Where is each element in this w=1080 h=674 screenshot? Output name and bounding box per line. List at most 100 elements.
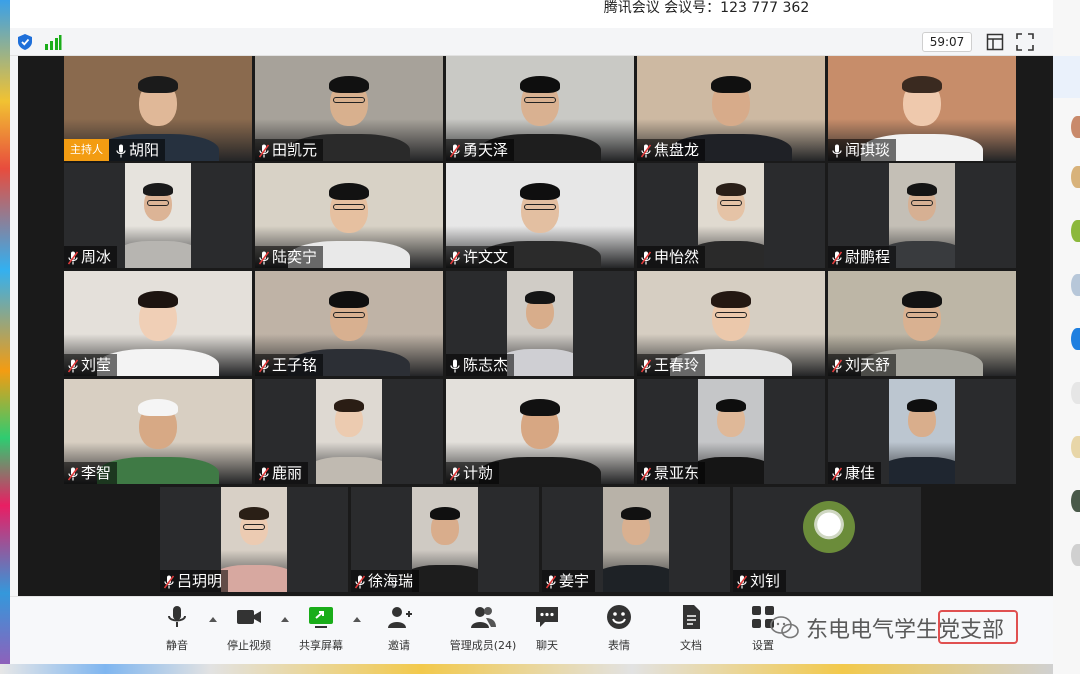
chat-label: 聊天	[536, 639, 558, 652]
chat-button[interactable]: 聊天	[512, 603, 582, 653]
participant-tile[interactable]: 陈志杰	[446, 271, 634, 376]
mic-muted-icon	[449, 466, 461, 481]
avatar[interactable]	[1071, 436, 1080, 458]
participant-name: 徐海瑞	[368, 572, 414, 590]
participant-tile[interactable]: 李智	[64, 379, 252, 484]
participant-name-tag: 陈志杰	[446, 354, 515, 376]
share-screen-button[interactable]: 共享屏幕	[286, 603, 356, 653]
participant-tile[interactable]: 王春玲	[637, 271, 825, 376]
participant-tile[interactable]: 勇天泽	[446, 56, 634, 161]
participant-name: 姜宇	[559, 572, 590, 590]
participant-tile[interactable]: 姜宇	[542, 487, 730, 592]
participant-name-tag: 刘钊	[733, 570, 787, 592]
participant-name-tag: 刘莹	[64, 354, 118, 376]
fullscreen-icon[interactable]	[1016, 33, 1034, 51]
camera-icon	[237, 610, 261, 624]
shield-icon[interactable]	[18, 34, 32, 50]
microphone-icon	[832, 143, 842, 158]
participant-tile[interactable]: 田凯元	[255, 56, 443, 161]
participant-tile[interactable]: 闻琪琰	[828, 56, 1016, 161]
mic-muted-icon	[258, 358, 270, 373]
invite-label: 邀请	[388, 639, 410, 652]
participant-name: 尉鹏程	[845, 248, 891, 266]
signal-icon[interactable]	[44, 34, 62, 50]
participant-name: 田凯元	[272, 141, 318, 159]
participant-tile[interactable]: 申怡然	[637, 163, 825, 268]
participant-name: 计勍	[463, 464, 494, 482]
participant-tile[interactable]: 焦盘龙	[637, 56, 825, 161]
mic-muted-icon	[831, 358, 843, 373]
participant-tile[interactable]: 王子铭	[255, 271, 443, 376]
participant-name-tag: 王子铭	[255, 354, 324, 376]
mic-muted-icon	[545, 574, 557, 589]
participant-tile[interactable]: 许文文	[446, 163, 634, 268]
participant-name-tag: 景亚东	[637, 462, 706, 484]
avatar[interactable]	[1071, 490, 1080, 512]
participant-name: 景亚东	[654, 464, 700, 482]
desktop-background-left	[0, 0, 10, 674]
mic-muted-icon	[258, 250, 270, 265]
participant-name: 陈志杰	[463, 356, 509, 374]
red-stamp-outline	[938, 610, 1018, 644]
microphone-icon	[116, 143, 126, 158]
mic-muted-icon	[640, 358, 652, 373]
participant-video	[507, 271, 573, 376]
participant-tile[interactable]: 鹿丽	[255, 379, 443, 484]
mic-muted-icon	[736, 574, 748, 589]
mic-muted-icon	[354, 574, 366, 589]
mic-muted-icon	[831, 466, 843, 481]
participant-tile[interactable]: 景亚东	[637, 379, 825, 484]
participant-tile[interactable]: 吕玥明	[160, 487, 348, 592]
participant-name: 刘钊	[750, 572, 781, 590]
desktop-background-bottom	[0, 664, 1053, 674]
document-icon	[683, 605, 700, 629]
avatar[interactable]	[1071, 274, 1080, 296]
participant-tile[interactable]: 主持人 胡阳	[64, 56, 252, 161]
chevron-up-icon[interactable]	[352, 615, 362, 623]
host-badge: 主持人	[64, 139, 109, 161]
layout-icon[interactable]	[986, 33, 1004, 51]
avatar[interactable]	[1071, 382, 1080, 404]
invite-button[interactable]: 邀请	[364, 603, 434, 653]
avatar[interactable]	[1071, 220, 1080, 242]
participant-name-tag: 陆奕宁	[255, 246, 324, 268]
participant-tile[interactable]: 刘天舒	[828, 271, 1016, 376]
participant-name: 刘天舒	[845, 356, 891, 374]
avatar[interactable]	[1071, 166, 1080, 188]
meeting-top-bar: 59:07	[10, 28, 1053, 56]
stop-video-label: 停止视频	[227, 639, 271, 652]
participant-tile[interactable]: 刘钊	[733, 487, 921, 592]
participant-name: 鹿丽	[272, 464, 303, 482]
participant-tile[interactable]: 陆奕宁	[255, 163, 443, 268]
participant-name: 王子铭	[272, 356, 318, 374]
participant-tile[interactable]: 刘莹	[64, 271, 252, 376]
emoji-button[interactable]: 表情	[584, 603, 654, 653]
participant-tile[interactable]: 尉鹏程	[828, 163, 1016, 268]
participant-name: 焦盘龙	[654, 141, 700, 159]
docs-button[interactable]: 文档	[656, 603, 726, 653]
avatar[interactable]	[1071, 544, 1080, 566]
chat-icon	[536, 607, 558, 627]
participant-video	[889, 163, 955, 268]
mic-muted-icon	[67, 358, 79, 373]
participant-tile[interactable]: 徐海瑞	[351, 487, 539, 592]
participant-name-tag: 周冰	[64, 246, 118, 268]
docs-label: 文档	[680, 639, 702, 652]
participant-tile[interactable]: 周冰	[64, 163, 252, 268]
participant-name-tag: 主持人 胡阳	[64, 139, 166, 161]
side-panel	[1053, 0, 1080, 674]
avatar[interactable]	[1071, 116, 1080, 138]
participant-video	[125, 163, 191, 268]
participant-name-tag: 姜宇	[542, 570, 596, 592]
avatar[interactable]	[1071, 328, 1080, 350]
participant-video	[316, 379, 382, 484]
participant-name-tag: 鹿丽	[255, 462, 309, 484]
stop-video-button[interactable]: 停止视频	[214, 603, 284, 653]
mute-button[interactable]: 静音	[142, 603, 212, 653]
participant-tile[interactable]: 康佳	[828, 379, 1016, 484]
mic-muted-icon	[640, 143, 652, 158]
participant-name-tag: 焦盘龙	[637, 139, 706, 161]
participant-name: 胡阳	[129, 141, 160, 159]
mic-muted-icon	[449, 143, 461, 158]
participant-tile[interactable]: 计勍	[446, 379, 634, 484]
